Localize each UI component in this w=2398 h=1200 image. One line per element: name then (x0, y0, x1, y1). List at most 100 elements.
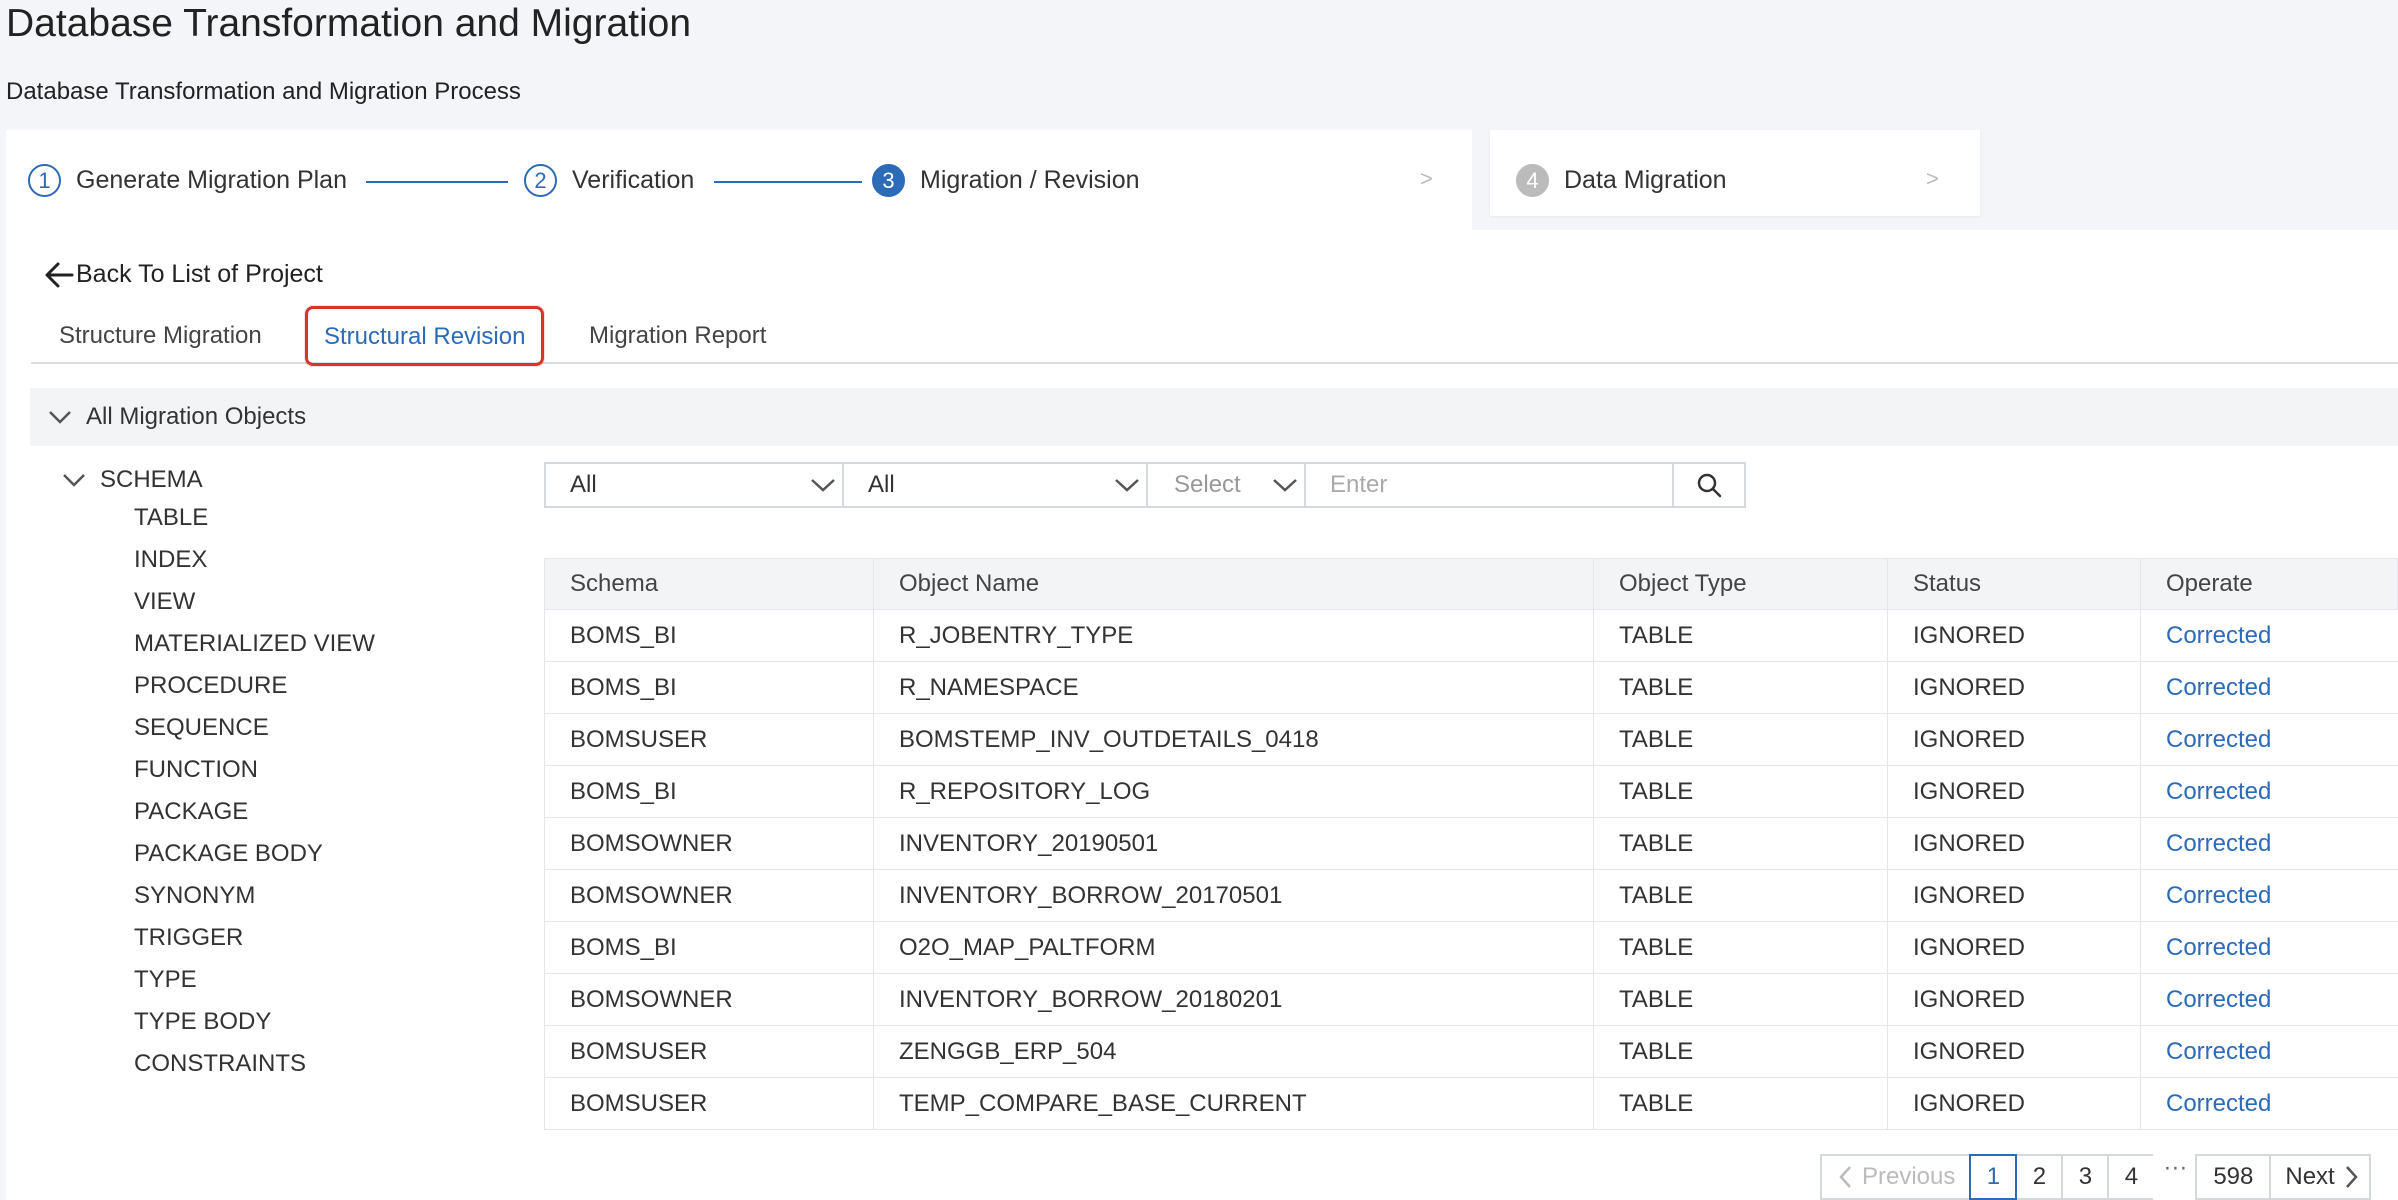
tree-item-view[interactable]: VIEW (134, 588, 195, 616)
pagination: Previous 1 2 3 4 ··· 598 Next (1820, 1154, 2371, 1200)
page-button-2[interactable]: 2 (2015, 1154, 2064, 1200)
cell-object-type: TABLE (1593, 921, 1888, 974)
filter-select-2[interactable]: All (842, 462, 1148, 508)
chevron-down-icon (63, 474, 85, 487)
step-label: Generate Migration Plan (76, 166, 347, 194)
pagination-ellipsis[interactable]: ··· (2153, 1154, 2198, 1200)
step-number: 4 (1516, 164, 1549, 197)
filter-select-3[interactable]: Select (1146, 462, 1306, 508)
corrected-link[interactable]: Corrected (2140, 817, 2398, 870)
page-button-1[interactable]: 1 (1969, 1154, 2018, 1200)
tree-item-trigger[interactable]: TRIGGER (134, 924, 243, 952)
step-number: 2 (524, 164, 557, 197)
tree-item-constraints[interactable]: CONSTRAINTS (134, 1050, 306, 1078)
table-row: BOMS_BI R_REPOSITORY_LOG TABLE IGNORED C… (544, 765, 2398, 818)
step-connector (714, 181, 862, 183)
tree-item-sequence[interactable]: SEQUENCE (134, 714, 269, 742)
cell-object-name: TEMP_COMPARE_BASE_CURRENT (873, 1077, 1594, 1130)
chevron-right-icon: > (1420, 166, 1433, 191)
column-header-object-name: Object Name (873, 558, 1594, 610)
tree-item-table[interactable]: TABLE (134, 504, 208, 532)
tab-migration-report[interactable]: Migration Report (575, 316, 780, 356)
tree-item-index[interactable]: INDEX (134, 546, 207, 574)
all-migration-objects-header[interactable]: All Migration Objects (30, 388, 2398, 446)
step-generate-migration-plan[interactable]: 1 Generate Migration Plan (28, 164, 347, 197)
tab-structural-revision[interactable]: Structural Revision (305, 306, 545, 366)
chevron-left-icon (1839, 1166, 1851, 1188)
corrected-link[interactable]: Corrected (2140, 661, 2398, 714)
tree-item-package-body[interactable]: PACKAGE BODY (134, 840, 323, 868)
tree-item-synonym[interactable]: SYNONYM (134, 882, 255, 910)
next-label: Next (2285, 1163, 2335, 1190)
step-data-migration[interactable]: 4 Data Migration (1516, 164, 1727, 197)
tab-structure-migration[interactable]: Structure Migration (45, 316, 276, 356)
filter-select-3-placeholder: Select (1174, 471, 1241, 498)
corrected-link[interactable]: Corrected (2140, 1077, 2398, 1130)
chevron-down-icon (1273, 479, 1297, 492)
cell-schema: BOMSUSER (544, 713, 874, 766)
cell-object-type: TABLE (1593, 713, 1888, 766)
search-icon (1697, 473, 1722, 498)
migration-objects-table: Schema Object Name Object Type Status Op… (544, 558, 2398, 1130)
corrected-link[interactable]: Corrected (2140, 869, 2398, 922)
cell-object-type: TABLE (1593, 869, 1888, 922)
previous-label: Previous (1862, 1163, 1956, 1190)
tree-item-type-body[interactable]: TYPE BODY (134, 1008, 271, 1036)
cell-object-name: O2O_MAP_PALTFORM (873, 921, 1594, 974)
back-to-list-link[interactable]: Back To List of Project (44, 260, 323, 289)
cell-object-name: INVENTORY_20190501 (873, 817, 1594, 870)
cell-schema: BOMS_BI (544, 765, 874, 818)
filter-select-1-value: All (570, 471, 597, 498)
tree-item-package[interactable]: PACKAGE (134, 798, 248, 826)
cell-status: IGNORED (1887, 609, 2141, 662)
tree-item-procedure[interactable]: PROCEDURE (134, 672, 287, 700)
cell-status: IGNORED (1887, 869, 2141, 922)
cell-status: IGNORED (1887, 817, 2141, 870)
search-button[interactable] (1672, 462, 1746, 508)
chevron-down-icon (811, 479, 835, 492)
object-type-tree: SCHEMA TABLE INDEX VIEW MATERIALIZED VIE… (62, 462, 375, 1077)
table-row: BOMS_BI O2O_MAP_PALTFORM TABLE IGNORED C… (544, 921, 2398, 974)
page-button-4[interactable]: 4 (2107, 1154, 2156, 1200)
search-input[interactable]: Enter (1304, 462, 1674, 508)
column-header-object-type: Object Type (1593, 558, 1888, 610)
tree-item-function[interactable]: FUNCTION (134, 756, 258, 784)
cell-object-name: BOMSTEMP_INV_OUTDETAILS_0418 (873, 713, 1594, 766)
step-label: Migration / Revision (920, 166, 1140, 194)
corrected-link[interactable]: Corrected (2140, 713, 2398, 766)
cell-status: IGNORED (1887, 713, 2141, 766)
table-header-row: Schema Object Name Object Type Status Op… (544, 558, 2398, 610)
previous-page-button[interactable]: Previous (1820, 1154, 1972, 1200)
corrected-link[interactable]: Corrected (2140, 765, 2398, 818)
next-page-button[interactable]: Next (2269, 1154, 2371, 1200)
cell-object-type: TABLE (1593, 973, 1888, 1026)
step-migration-revision[interactable]: 3 Migration / Revision (872, 164, 1140, 197)
table-row: BOMS_BI R_NAMESPACE TABLE IGNORED Correc… (544, 661, 2398, 714)
section-title: All Migration Objects (86, 403, 307, 430)
tree-item-materialized-view[interactable]: MATERIALIZED VIEW (134, 630, 375, 658)
tree-root-schema[interactable]: SCHEMA (62, 462, 203, 498)
table-row: BOMS_BI R_JOBENTRY_TYPE TABLE IGNORED Co… (544, 609, 2398, 662)
step-number: 1 (28, 164, 61, 197)
cell-status: IGNORED (1887, 661, 2141, 714)
cell-schema: BOMSOWNER (544, 869, 874, 922)
page-button-last[interactable]: 598 (2195, 1154, 2272, 1200)
chevron-right-icon: > (1926, 166, 1939, 191)
cell-status: IGNORED (1887, 1025, 2141, 1078)
corrected-link[interactable]: Corrected (2140, 609, 2398, 662)
cell-status: IGNORED (1887, 1077, 2141, 1130)
step-verification[interactable]: 2 Verification (524, 164, 694, 197)
cell-object-name: INVENTORY_BORROW_20180201 (873, 973, 1594, 1026)
cell-object-name: INVENTORY_BORROW_20170501 (873, 869, 1594, 922)
tab-bar: Structure Migration Structural Revision … (31, 306, 2398, 366)
step-connector (366, 181, 508, 183)
filter-select-1[interactable]: All (544, 462, 844, 508)
page-button-3[interactable]: 3 (2061, 1154, 2110, 1200)
corrected-link[interactable]: Corrected (2140, 1025, 2398, 1078)
corrected-link[interactable]: Corrected (2140, 921, 2398, 974)
cell-schema: BOMS_BI (544, 661, 874, 714)
cell-object-name: R_REPOSITORY_LOG (873, 765, 1594, 818)
tree-item-type[interactable]: TYPE (134, 966, 197, 994)
corrected-link[interactable]: Corrected (2140, 973, 2398, 1026)
tree-root-label: SCHEMA (100, 466, 203, 493)
